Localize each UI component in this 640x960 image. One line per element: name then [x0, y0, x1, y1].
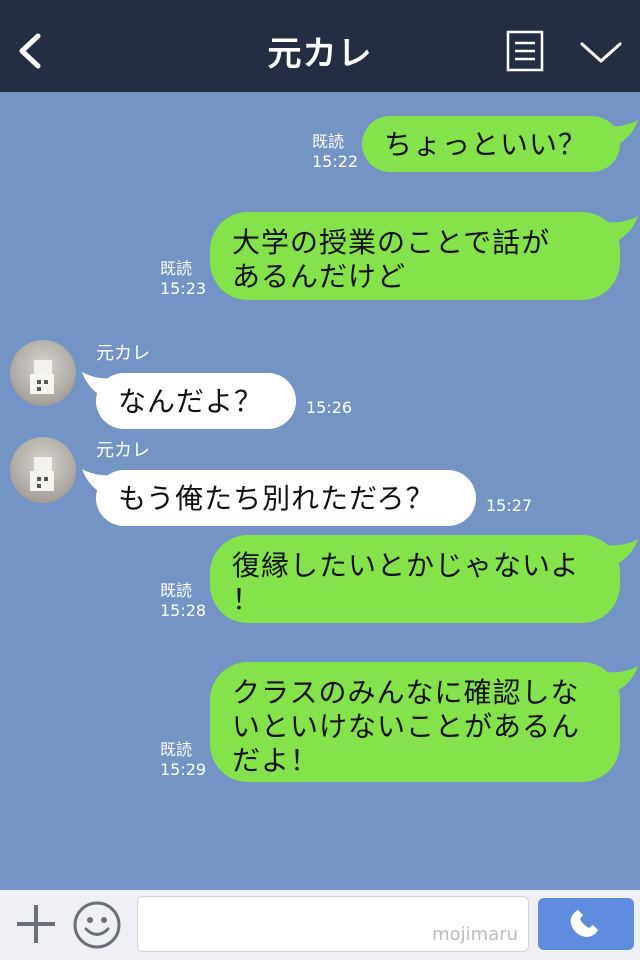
read-status: 既読 [160, 581, 193, 600]
menu-icon[interactable] [506, 30, 544, 72]
message-meta: 既読 15:28 [160, 581, 206, 621]
message-time: 15:27 [486, 496, 533, 515]
phone-icon [570, 910, 598, 937]
message-text: 復縁したいとかじゃないよ ！ [232, 549, 580, 616]
read-status: 既読 [160, 259, 193, 278]
message-bubble[interactable]: もう俺たち別れただろ？ [96, 470, 476, 526]
message-meta: 既読 15:22 [312, 132, 358, 172]
message-time: 15:29 [160, 760, 207, 779]
message-text: 大学の授業のことで話が あるんだけど [232, 226, 551, 293]
message-meta: 既読 15:23 [160, 259, 206, 299]
sender-name: 元カレ [96, 343, 150, 364]
message-time: 15:28 [160, 601, 207, 620]
call-button[interactable] [538, 898, 634, 950]
message-time: 15:23 [160, 279, 207, 298]
message-bubble[interactable]: 復縁したいとかじゃないよ ！ [210, 535, 620, 623]
message-text: クラスのみんなに確認しな いといけないことがあるん だよ！ [232, 676, 581, 777]
message-time: 15:26 [306, 398, 353, 417]
header-bar: 元カレ [0, 0, 640, 92]
message-bubble[interactable]: 大学の授業のことで話が あるんだけど [210, 212, 620, 300]
chat-title: 元カレ [267, 34, 373, 74]
message-text: もう俺たち別れただろ？ [118, 482, 435, 515]
message-text: ちょっといい？ [384, 128, 588, 161]
sender-name: 元カレ [96, 440, 150, 461]
avatar[interactable] [10, 437, 76, 503]
chevron-down-icon[interactable] [578, 38, 624, 66]
avatar-figure-icon [30, 360, 54, 394]
avatar-figure-icon [30, 457, 54, 491]
emoji-icon[interactable] [72, 900, 122, 950]
chat-screen: 元カレ 既読 15:22 ちょっといい？ 既読 15:23 大学の授業のことで話… [0, 0, 640, 960]
message-bubble[interactable]: クラスのみんなに確認しな いといけないことがあるん だよ！ [210, 662, 620, 782]
plus-icon[interactable] [14, 902, 58, 946]
read-status: 既読 [160, 740, 193, 759]
message-text: なんだよ？ [118, 385, 264, 418]
message-input[interactable]: mojimaru [137, 896, 529, 952]
avatar[interactable] [10, 340, 76, 406]
message-bubble[interactable]: ちょっといい？ [362, 116, 620, 172]
read-status: 既読 [312, 132, 345, 151]
message-bubble[interactable]: なんだよ？ [96, 373, 296, 429]
message-meta: 既読 15:29 [160, 740, 206, 780]
watermark-text: mojimaru [432, 924, 518, 945]
message-list[interactable]: 既読 15:22 ちょっといい？ 既読 15:23 大学の授業のことで話が ある… [0, 92, 640, 890]
message-time: 15:22 [312, 152, 359, 171]
